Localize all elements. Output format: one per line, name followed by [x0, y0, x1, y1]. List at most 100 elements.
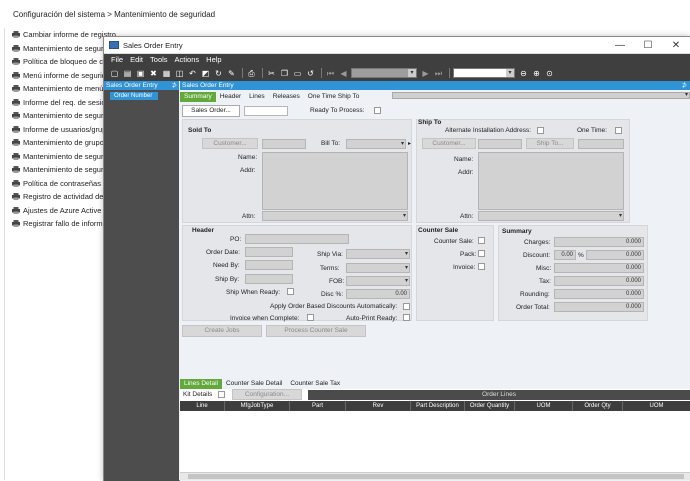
undo-edit-icon[interactable]: ↺	[305, 68, 316, 79]
ship-to-customer-button[interactable]: Customer...	[422, 138, 476, 149]
tab-counter-sale-tax[interactable]: Counter Sale Tax	[286, 379, 344, 389]
back-icon[interactable]: ⊖	[518, 68, 529, 79]
tab-dropdown[interactable]: ▾	[392, 92, 690, 99]
create-jobs-button[interactable]: Create Jobs	[182, 325, 262, 337]
forward-icon[interactable]: ⊕	[531, 68, 542, 79]
home-icon[interactable]: ⊙	[544, 68, 555, 79]
pin-icon[interactable]: ⊅	[682, 81, 687, 90]
new-icon[interactable]: ▢	[109, 68, 120, 79]
auto-print-ready-checkbox[interactable]	[403, 314, 410, 321]
bill-to-combo[interactable]: ▾	[346, 139, 406, 149]
column-header-mfgjobtype[interactable]: MfgJobType	[225, 401, 290, 411]
column-header-line[interactable]: Line	[180, 401, 225, 411]
copy-icon[interactable]: ❐	[279, 68, 290, 79]
window-title: Sales Order Entry	[123, 40, 183, 50]
ship-when-ready-checkbox[interactable]	[287, 288, 294, 295]
column-header-part[interactable]: Part	[290, 401, 346, 411]
pin-icon[interactable]: ⊅	[172, 81, 177, 90]
next-record-icon[interactable]: ▶	[420, 68, 431, 79]
ship-to-address-box[interactable]	[478, 152, 624, 210]
column-header-uom[interactable]: UOM	[515, 401, 573, 411]
menu-tools[interactable]: Tools	[150, 55, 168, 64]
menu-help[interactable]: Help	[206, 55, 221, 64]
process-counter-sale-button[interactable]: Process Counter Sale	[266, 325, 366, 337]
sold-to-customer-button[interactable]: Customer...	[202, 138, 258, 149]
column-header-order-qty[interactable]: Order Qty	[573, 401, 623, 411]
horizontal-scrollbar[interactable]	[180, 472, 690, 480]
tab-summary[interactable]: Summary	[180, 91, 216, 102]
invoice-checkbox[interactable]	[478, 263, 485, 270]
one-time-checkbox[interactable]	[615, 127, 622, 134]
kit-details-checkbox[interactable]	[218, 391, 225, 398]
record-nav-combo[interactable]: ▾	[351, 68, 417, 78]
undo-icon[interactable]: ↶	[187, 68, 198, 79]
ship-to-button[interactable]: Ship To...	[526, 138, 574, 149]
invoice-when-complete-checkbox[interactable]	[307, 314, 314, 321]
print-icon[interactable]: ⎙	[246, 68, 257, 79]
po-field[interactable]	[245, 234, 349, 244]
sold-to-address-box[interactable]	[262, 152, 408, 210]
menu-actions[interactable]: Actions	[175, 55, 200, 64]
counter-sale-checkbox[interactable]	[478, 237, 485, 244]
tab-one-time-ship-to[interactable]: One Time Ship To	[304, 92, 364, 102]
ship-to-field[interactable]	[578, 139, 624, 149]
close-button[interactable]: ✕	[662, 40, 690, 51]
attach-icon[interactable]: ◩	[200, 68, 211, 79]
sales-order-button[interactable]: Sales Order...	[182, 105, 240, 117]
order-date-field[interactable]	[245, 247, 293, 257]
tab-header[interactable]: Header	[216, 92, 245, 102]
tools-icon[interactable]: ✎	[226, 68, 237, 79]
terms-combo[interactable]: ▾	[346, 263, 410, 273]
printer-icon	[12, 139, 20, 147]
invoice-label: Invoice:	[453, 264, 476, 271]
column-header-part-description[interactable]: Part Description	[411, 401, 465, 411]
chevron-right-icon[interactable]: ▸	[408, 140, 411, 147]
tab-lines-detail[interactable]: Lines Detail	[180, 379, 222, 389]
ship-to-customer-field[interactable]	[478, 139, 522, 149]
scrollbar-thumb[interactable]	[188, 474, 684, 479]
sold-to-customer-field[interactable]	[262, 139, 306, 149]
menu-file[interactable]: File	[111, 55, 123, 64]
previous-record-icon[interactable]: ◀	[338, 68, 349, 79]
column-header-uom-2[interactable]: UOM	[623, 401, 690, 411]
menu-edit[interactable]: Edit	[130, 55, 143, 64]
sales-order-field[interactable]	[244, 106, 288, 116]
search-combo[interactable]: ▾	[453, 68, 515, 78]
order-lines-grid[interactable]	[180, 411, 690, 472]
column-header-rev[interactable]: Rev	[346, 401, 411, 411]
ship-to-attn-combo[interactable]: ▾	[478, 211, 624, 221]
alt-address-checkbox[interactable]	[537, 127, 544, 134]
last-record-icon[interactable]: ⏭	[433, 68, 444, 79]
need-by-field[interactable]	[245, 260, 293, 270]
ship-when-ready-label: Ship When Ready:	[226, 289, 281, 296]
tab-lines[interactable]: Lines	[245, 92, 269, 102]
chevron-down-icon: ▾	[404, 265, 408, 271]
apply-discounts-checkbox[interactable]	[403, 303, 410, 310]
configuration-button[interactable]: Configuration...	[232, 389, 302, 400]
chevron-down-icon: ▾	[404, 278, 408, 284]
minimize-button[interactable]: —	[606, 40, 634, 51]
ready-to-process-checkbox[interactable]	[374, 107, 381, 114]
sold-to-attn-combo[interactable]: ▾	[262, 211, 408, 221]
ship-via-combo[interactable]: ▾	[346, 249, 410, 259]
ship-by-field[interactable]	[245, 274, 293, 284]
chevron-down-icon: ▾	[684, 92, 688, 98]
column-header-order-quantity[interactable]: Order Quantity	[465, 401, 515, 411]
disc-pct-field[interactable]: 0.00	[346, 289, 410, 299]
cut-icon[interactable]: ✂	[266, 68, 277, 79]
tab-counter-sale-detail[interactable]: Counter Sale Detail	[222, 379, 286, 389]
paste-icon[interactable]: ▭	[292, 68, 303, 79]
first-record-icon[interactable]: ⏮	[325, 68, 336, 79]
tree-node-order-number[interactable]: Order Number	[110, 92, 158, 100]
grid-icon[interactable]: ▦	[161, 68, 172, 79]
window-titlebar[interactable]: Sales Order Entry — ☐ ✕	[104, 37, 690, 54]
pack-checkbox[interactable]	[478, 250, 485, 257]
fob-combo[interactable]: ▾	[346, 276, 410, 286]
delete-icon[interactable]: ✖	[148, 68, 159, 79]
open-icon[interactable]: ▤	[122, 68, 133, 79]
refresh-icon[interactable]: ↻	[213, 68, 224, 79]
maximize-button[interactable]: ☐	[634, 40, 662, 51]
tab-releases[interactable]: Releases	[269, 92, 304, 102]
clear-icon[interactable]: ◫	[174, 68, 185, 79]
save-icon[interactable]: ▣	[135, 68, 146, 79]
